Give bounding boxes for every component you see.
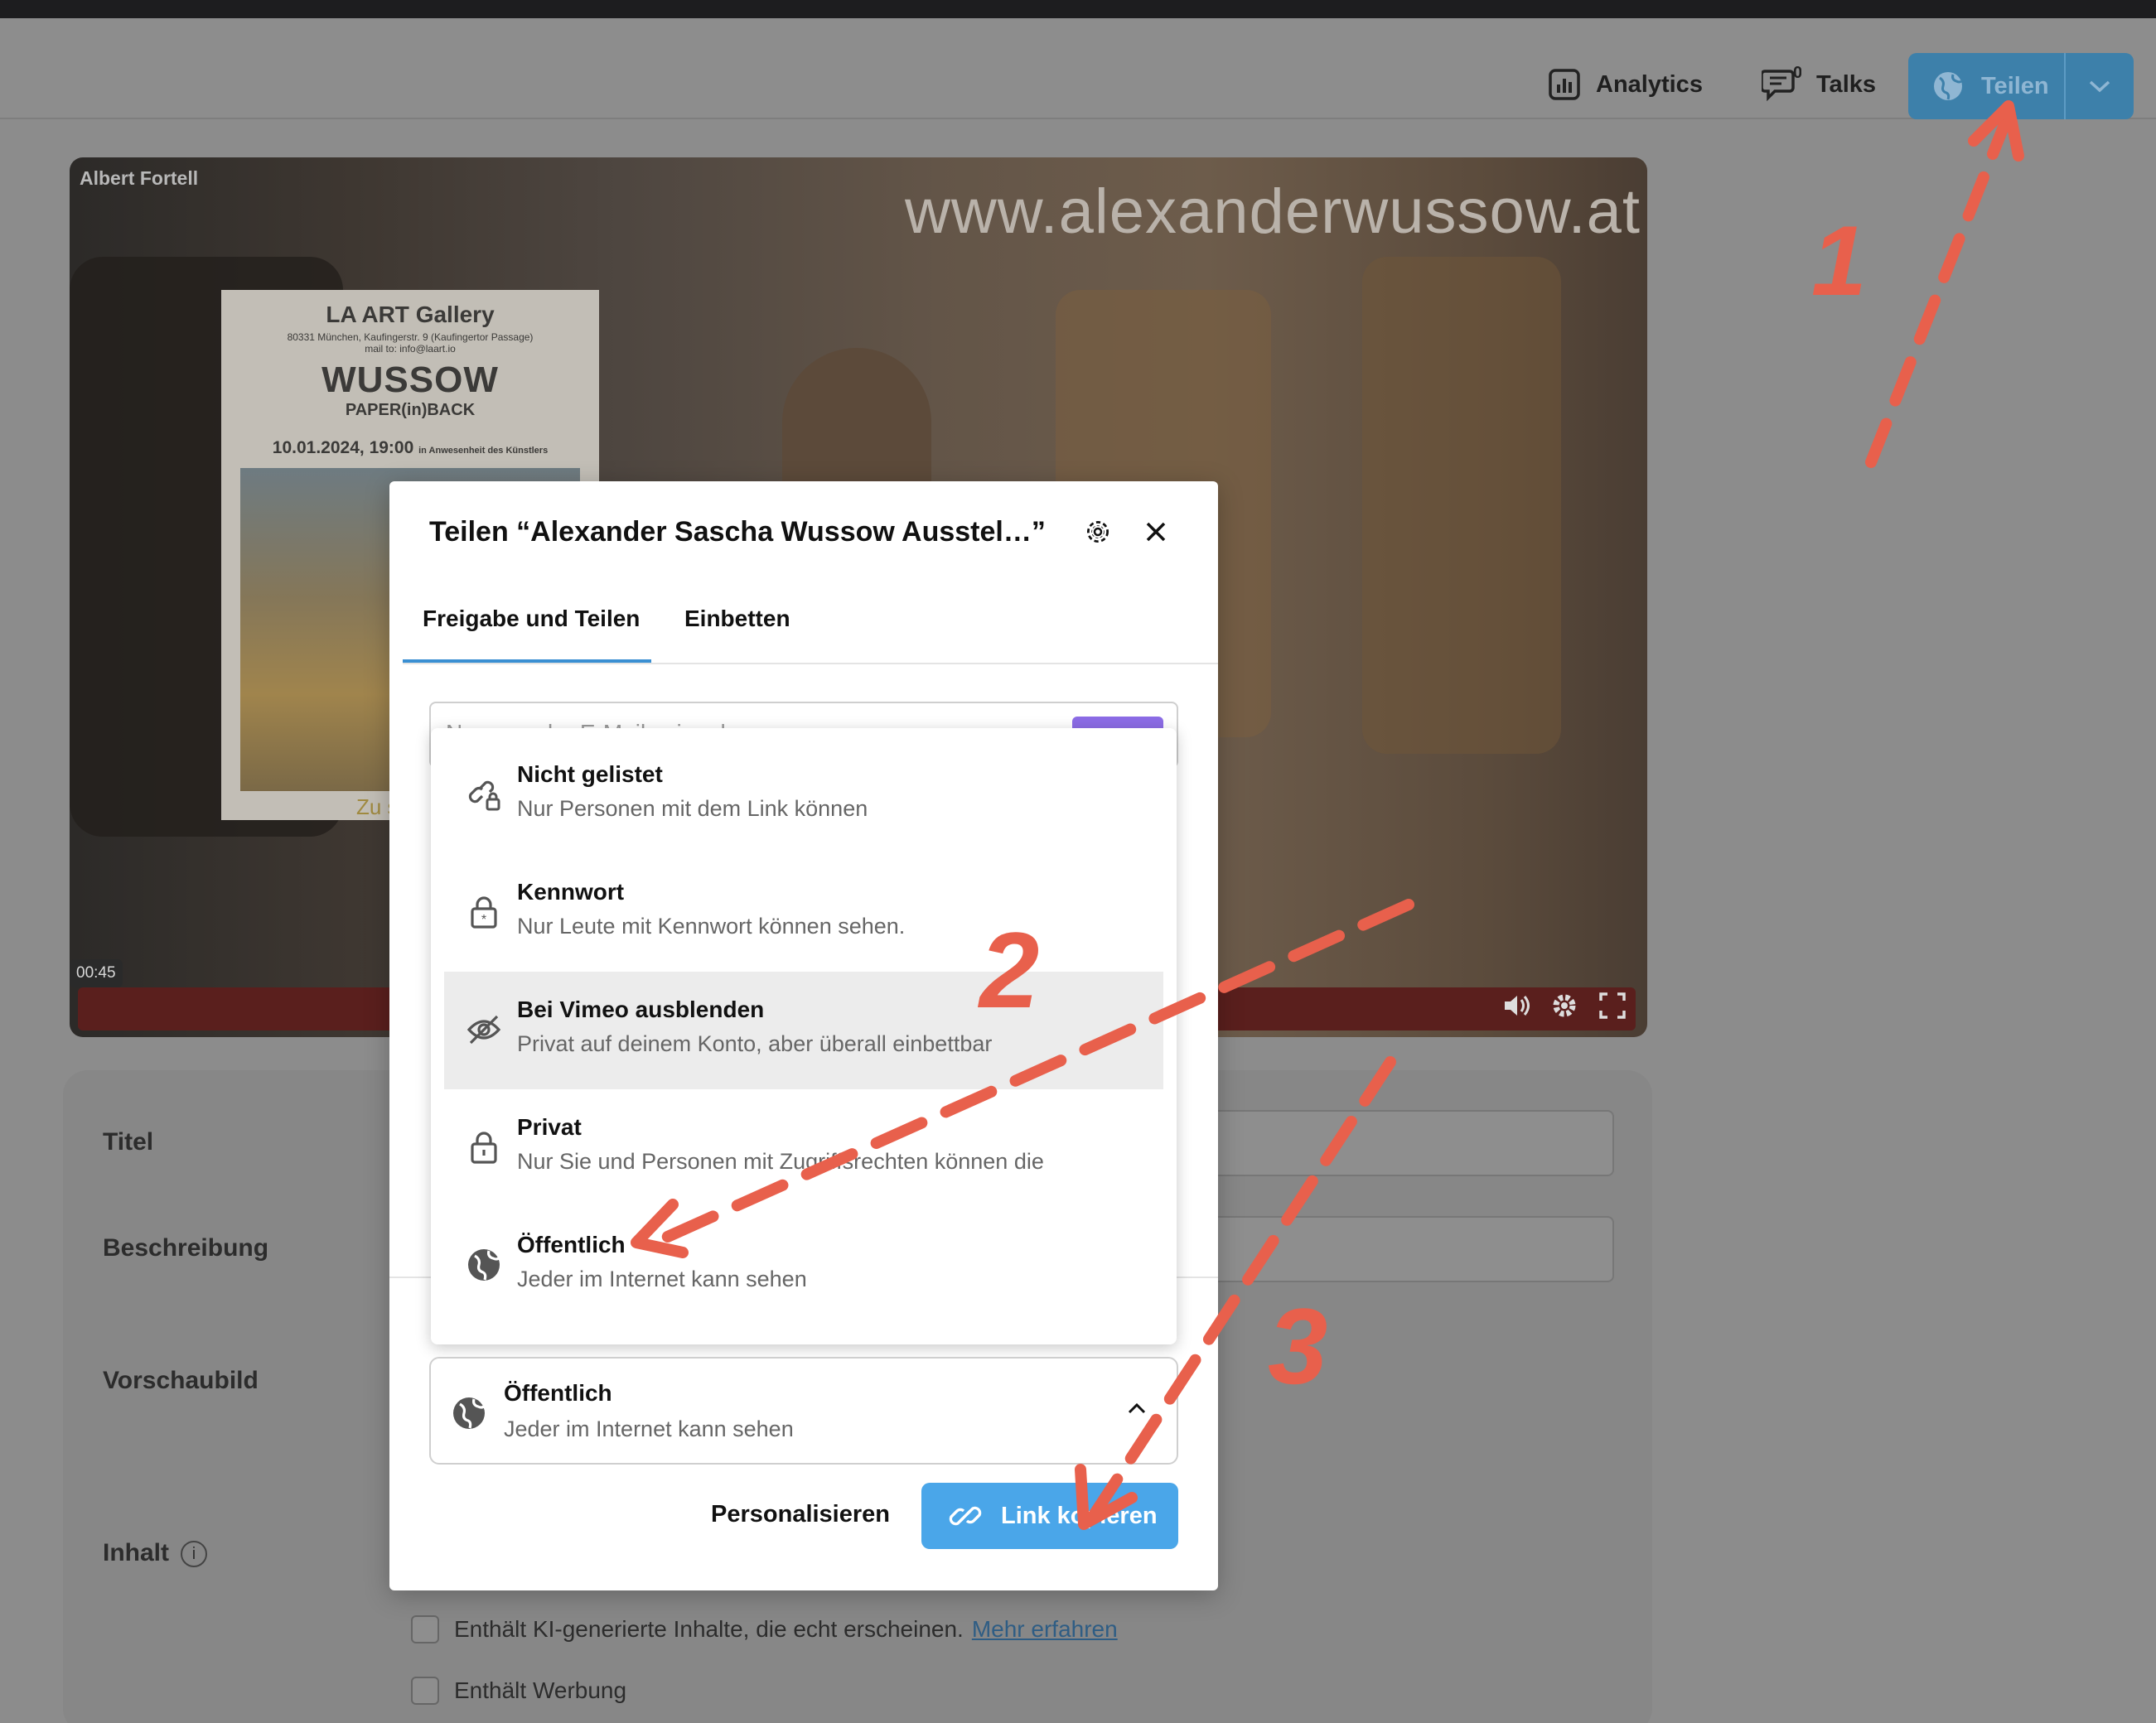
option-title: Öffentlich bbox=[517, 1232, 626, 1257]
globe-icon bbox=[1934, 72, 1963, 100]
info-icon[interactable]: i bbox=[181, 1541, 207, 1568]
option-description: Jeder im Internet kann sehen bbox=[517, 1267, 807, 1291]
poster-mail: mail to: info@laart.io bbox=[365, 343, 456, 355]
share-label: Teilen bbox=[1981, 72, 2049, 99]
bookmarks-bar bbox=[0, 0, 2156, 18]
option-public[interactable]: Öffentlich Jeder im Internet kann sehen bbox=[444, 1207, 1163, 1325]
option-title: Nicht gelistet bbox=[517, 761, 663, 787]
option-title: Bei Vimeo ausblenden bbox=[517, 997, 765, 1022]
fullscreen-icon[interactable] bbox=[1598, 991, 1627, 1021]
checkbox[interactable] bbox=[411, 1615, 439, 1643]
checkbox-ai-content[interactable]: Enthält KI-generierte Inhalte, die echt … bbox=[411, 1615, 1118, 1643]
modal-title: Teilen “Alexander Sascha Wussow Ausstel…… bbox=[429, 516, 1046, 548]
talks-icon: 0 bbox=[1762, 66, 1801, 102]
volume-icon[interactable] bbox=[1501, 991, 1531, 1021]
link-lock-icon bbox=[468, 780, 500, 811]
share-button[interactable]: Teilen bbox=[1908, 53, 2134, 119]
link-icon bbox=[949, 1506, 982, 1526]
copy-link-label: Link kopieren bbox=[1001, 1502, 1158, 1529]
talks-label: Talks bbox=[1816, 70, 1877, 98]
poster-gallery: LA ART Gallery bbox=[326, 302, 495, 327]
video-author[interactable]: Albert Fortell bbox=[80, 167, 198, 190]
option-unlisted[interactable]: Nicht gelistet Nur Personen mit dem Link… bbox=[444, 736, 1163, 854]
privacy-dropdown-menu: Nicht gelistet Nur Personen mit dem Link… bbox=[431, 728, 1177, 1344]
privacy-select[interactable]: Öffentlich Jeder im Internet kann sehen bbox=[429, 1357, 1178, 1465]
talks-button[interactable]: 0 Talks bbox=[1762, 51, 1876, 118]
annotation-number-1: 1 bbox=[1811, 205, 1867, 316]
content-label: Inhalt i bbox=[103, 1539, 207, 1568]
learn-more-link[interactable]: Mehr erfahren bbox=[972, 1616, 1118, 1643]
checkbox-advertising[interactable]: Enthält Werbung bbox=[411, 1677, 626, 1705]
tab-embed[interactable]: Einbetten bbox=[684, 606, 790, 632]
top-header: Analytics 0 Talks Teilen bbox=[0, 18, 2156, 119]
chevron-down-icon bbox=[2089, 80, 2110, 93]
tab-share-access[interactable]: Freigabe und Teilen bbox=[423, 606, 640, 632]
option-description: Nur Sie und Personen mit Zugriffsrechten… bbox=[517, 1149, 1044, 1174]
close-icon bbox=[1146, 522, 1166, 542]
chevron-up-icon bbox=[1128, 1402, 1146, 1414]
option-description: Privat auf deinem Konto, aber überall ei… bbox=[517, 1031, 993, 1056]
option-title: Privat bbox=[517, 1114, 582, 1140]
thumbnail-label: Vorschaubild bbox=[103, 1367, 259, 1394]
globe-icon bbox=[468, 1249, 500, 1281]
copy-link-button[interactable]: Link kopieren bbox=[921, 1483, 1178, 1549]
option-description: Nur Personen mit dem Link können bbox=[517, 796, 868, 821]
analytics-icon bbox=[1549, 69, 1580, 100]
option-hide-from-vimeo[interactable]: Bei Vimeo ausblenden Privat auf deinem K… bbox=[444, 972, 1163, 1089]
poster-address: 80331 München, Kaufingerstr. 9 (Kaufinge… bbox=[287, 331, 534, 343]
analytics-button[interactable]: Analytics bbox=[1548, 51, 1703, 118]
share-options-button[interactable] bbox=[2066, 78, 2134, 94]
svg-text:*: * bbox=[481, 913, 486, 927]
settings-gear-icon[interactable] bbox=[1549, 991, 1579, 1021]
annotation-arrow-1 bbox=[1865, 117, 2011, 468]
poster-subtitle: PAPER(in)BACK bbox=[345, 401, 476, 419]
modal-settings-button[interactable] bbox=[1084, 518, 1112, 550]
gear-icon bbox=[1087, 521, 1109, 543]
poster-date: 10.01.2024, 19:00 in Anwesenheit des Kün… bbox=[272, 438, 549, 457]
option-password[interactable]: * Kennwort Nur Leute mit Kennwort können… bbox=[444, 854, 1163, 972]
share-main-button[interactable]: Teilen bbox=[1908, 53, 2066, 119]
checkbox[interactable] bbox=[411, 1677, 439, 1705]
poster-artist: WUSSOW bbox=[321, 360, 499, 400]
selected-privacy-description: Jeder im Internet kann sehen bbox=[504, 1417, 794, 1441]
video-controls bbox=[1501, 991, 1627, 1021]
video-timestamp: 00:45 bbox=[70, 959, 123, 987]
talks-badge: 0 bbox=[1793, 66, 1801, 82]
option-description: Nur Leute mit Kennwort können sehen. bbox=[517, 914, 906, 939]
description-label: Beschreibung bbox=[103, 1234, 269, 1262]
password-lock-icon: * bbox=[471, 896, 497, 929]
video-watermark: www.alexanderwussow.at bbox=[905, 176, 1641, 247]
globe-icon bbox=[453, 1397, 485, 1429]
modal-close-button[interactable] bbox=[1142, 518, 1170, 550]
active-tab-indicator bbox=[403, 659, 651, 663]
option-private[interactable]: Privat Nur Sie und Personen mit Zugriffs… bbox=[444, 1089, 1163, 1207]
lock-icon bbox=[471, 1132, 497, 1164]
eye-slash-icon bbox=[466, 1015, 501, 1045]
description-input[interactable] bbox=[1160, 1216, 1614, 1282]
option-title: Kennwort bbox=[517, 879, 625, 905]
title-input[interactable] bbox=[1160, 1110, 1614, 1176]
customize-button[interactable]: Personalisieren bbox=[711, 1501, 890, 1528]
analytics-label: Analytics bbox=[1596, 70, 1703, 98]
title-label: Titel bbox=[103, 1128, 154, 1156]
selected-privacy-title: Öffentlich bbox=[504, 1380, 612, 1406]
